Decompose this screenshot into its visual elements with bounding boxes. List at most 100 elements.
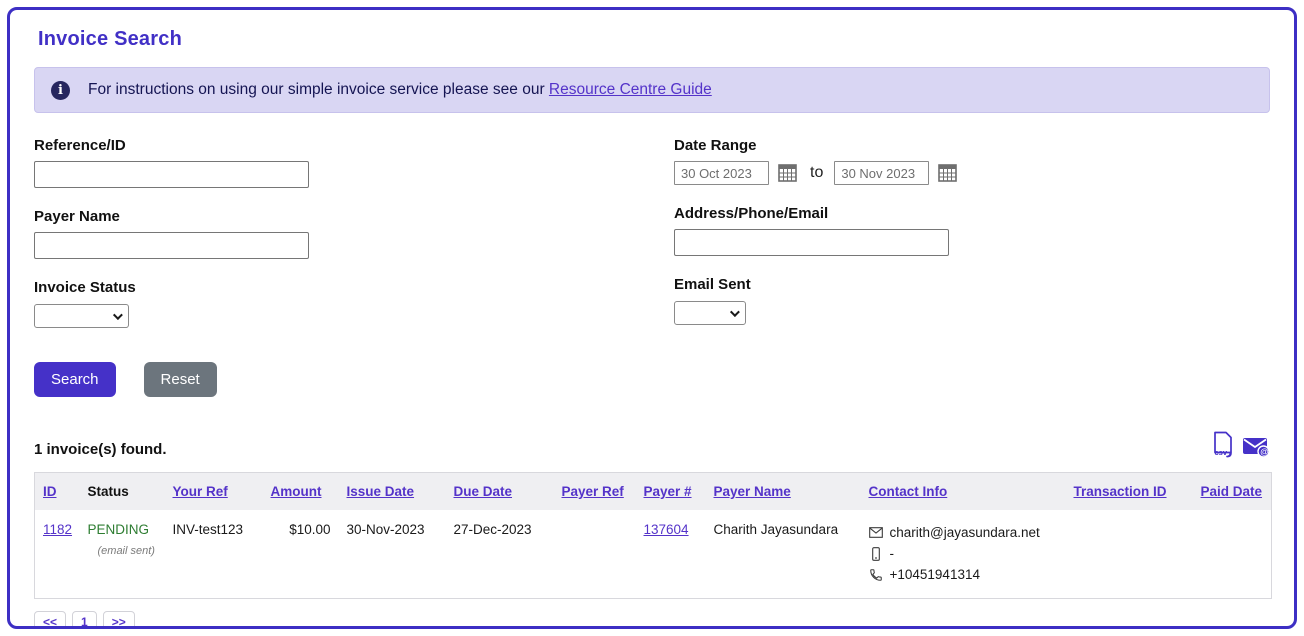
date-from-input[interactable] [674, 161, 769, 185]
page-title: Invoice Search [38, 28, 1270, 51]
cell-payer-ref [554, 510, 636, 598]
invoice-id-link[interactable]: 1182 [43, 522, 72, 537]
sort-issue-date[interactable]: Issue Date [347, 484, 415, 499]
payer-name-label: Payer Name [34, 208, 674, 225]
contact-email-line: charith@jayasundara.net [869, 522, 1058, 543]
date-range-field-group: Date Range to [674, 137, 1270, 185]
col-header-payer-name: Payer Name [706, 473, 861, 511]
cell-your-ref: INV-test123 [165, 510, 263, 598]
form-left-column: Reference/ID Payer Name Invoice Status [34, 137, 674, 348]
table-header-row: ID Status Your Ref Amount Issue Date Due… [35, 473, 1272, 511]
col-header-amount: Amount [263, 473, 339, 511]
mail-at-icon: @ [1242, 436, 1270, 458]
col-header-status: Status [80, 473, 165, 511]
svg-text:csv: csv [1215, 448, 1228, 457]
search-button[interactable]: Search [34, 362, 116, 397]
search-form: Reference/ID Payer Name Invoice Status D… [34, 137, 1270, 348]
date-to-input[interactable] [834, 161, 929, 185]
status-badge: PENDING [88, 522, 157, 537]
sort-id[interactable]: ID [43, 484, 57, 499]
banner-text: For instructions on using our simple inv… [88, 81, 712, 99]
reference-label: Reference/ID [34, 137, 674, 154]
date-to-calendar-button[interactable] [938, 164, 957, 182]
pagination-page-1-button[interactable]: 1 [72, 611, 97, 630]
email-sent-label: Email Sent [674, 276, 1270, 293]
contact-mobile: - [890, 543, 895, 564]
csv-file-icon: csv [1212, 431, 1234, 458]
export-csv-button[interactable]: csv [1212, 431, 1234, 458]
cell-payer-name: Charith Jayasundara [706, 510, 861, 598]
sort-contact-info[interactable]: Contact Info [869, 484, 948, 499]
form-right-column: Date Range to [674, 137, 1270, 348]
banner-message: For instructions on using our simple inv… [88, 81, 545, 98]
reference-input[interactable] [34, 161, 309, 188]
export-icons: csv @ [1212, 431, 1270, 458]
cell-id: 1182 [35, 510, 80, 598]
payer-number-link[interactable]: 137604 [644, 522, 689, 537]
contact-mobile-line: - [869, 543, 1058, 564]
date-range-label: Date Range [674, 137, 1270, 154]
invoice-status-select[interactable] [34, 304, 129, 328]
sort-amount[interactable]: Amount [271, 484, 322, 499]
results-bar: 1 invoice(s) found. csv @ [34, 431, 1270, 458]
pagination-prev-button[interactable]: << [34, 611, 66, 630]
date-range-separator: to [810, 164, 823, 182]
calendar-icon [778, 164, 797, 182]
payer-name-input[interactable] [34, 232, 309, 259]
contact-phone-line: +10451941314 [869, 564, 1058, 585]
sort-payer-name[interactable]: Payer Name [714, 484, 791, 499]
invoice-search-page: Invoice Search i For instructions on usi… [7, 7, 1297, 629]
email-sent-field-group: Email Sent [674, 276, 1270, 325]
envelope-icon [869, 527, 883, 538]
payer-name-field-group: Payer Name [34, 208, 674, 259]
contact-email: charith@jayasundara.net [890, 522, 1040, 543]
cell-paid-date [1193, 510, 1272, 598]
status-note: (email sent) [88, 545, 157, 557]
sort-due-date[interactable]: Due Date [454, 484, 513, 499]
sort-transaction-id[interactable]: Transaction ID [1074, 484, 1167, 499]
date-range-row: to [674, 161, 1270, 185]
contact-phone: +10451941314 [890, 564, 980, 585]
address-label: Address/Phone/Email [674, 205, 1270, 222]
sort-your-ref[interactable]: Your Ref [173, 484, 228, 499]
col-header-payer-number: Payer # [636, 473, 706, 511]
invoice-status-label: Invoice Status [34, 279, 674, 296]
cell-amount: $10.00 [263, 510, 339, 598]
cell-due-date: 27-Dec-2023 [446, 510, 554, 598]
col-header-paid-date: Paid Date [1193, 473, 1272, 511]
address-field-group: Address/Phone/Email [674, 205, 1270, 256]
pagination-next-button[interactable]: >> [103, 611, 135, 630]
cell-contact-info: charith@jayasundara.net - +10451941 [861, 510, 1066, 598]
email-results-button[interactable]: @ [1242, 436, 1270, 458]
chevron-down-icon [730, 307, 740, 317]
reference-field-group: Reference/ID [34, 137, 674, 188]
col-header-payer-ref: Payer Ref [554, 473, 636, 511]
address-input[interactable] [674, 229, 949, 256]
reset-button[interactable]: Reset [144, 362, 217, 397]
cell-status: PENDING (email sent) [80, 510, 165, 598]
invoice-results-table: ID Status Your Ref Amount Issue Date Due… [34, 472, 1272, 599]
pagination: << 1 >> [34, 611, 1270, 630]
col-header-contact-info: Contact Info [861, 473, 1066, 511]
resource-centre-guide-link[interactable]: Resource Centre Guide [549, 81, 712, 98]
cell-payer-number: 137604 [636, 510, 706, 598]
mobile-phone-icon [869, 547, 883, 561]
chevron-down-icon [113, 310, 123, 320]
sort-payer-ref[interactable]: Payer Ref [562, 484, 624, 499]
calendar-icon [938, 164, 957, 182]
email-sent-select[interactable] [674, 301, 746, 325]
col-header-your-ref: Your Ref [165, 473, 263, 511]
cell-transaction-id [1066, 510, 1193, 598]
info-icon: i [51, 81, 70, 100]
col-header-due-date: Due Date [446, 473, 554, 511]
col-header-transaction-id: Transaction ID [1066, 473, 1193, 511]
sort-payer-number[interactable]: Payer # [644, 484, 692, 499]
cell-issue-date: 30-Nov-2023 [339, 510, 446, 598]
results-count: 1 invoice(s) found. [34, 441, 167, 458]
svg-text:@: @ [1260, 447, 1268, 457]
form-actions: Search Reset [34, 362, 1270, 397]
date-from-calendar-button[interactable] [778, 164, 797, 182]
col-header-id: ID [35, 473, 80, 511]
sort-paid-date[interactable]: Paid Date [1201, 484, 1263, 499]
invoice-status-field-group: Invoice Status [34, 279, 674, 328]
